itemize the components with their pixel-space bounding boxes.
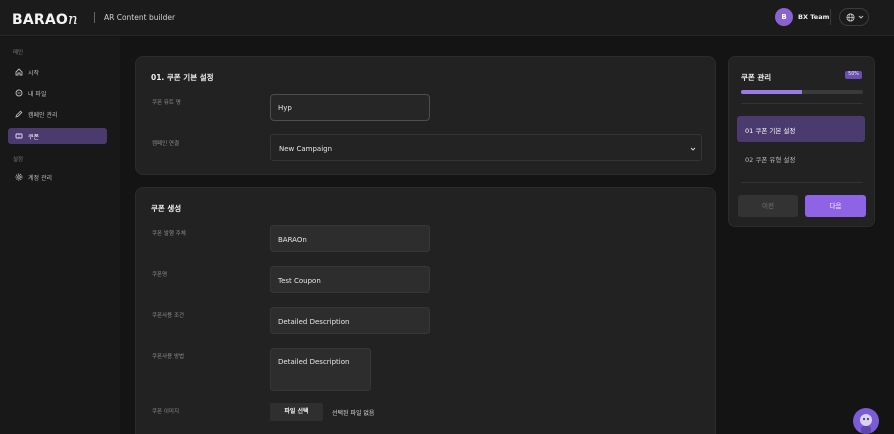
usage-method-label: 쿠폰사용 방법 [152,354,185,360]
basic-settings-card: 01. 쿠폰 기본 설정 쿠폰 뮤트 명 Hyp 캠페인 연결 New Camp… [135,56,716,175]
sidebar-section-main: 메인 [13,50,24,56]
campaign-select[interactable]: New Campaign [270,134,702,161]
file-select-button[interactable]: 파일 선택 [270,403,323,421]
sidebar-item-coupon[interactable]: 쿠폰 [8,128,107,144]
coupon-name-label: 쿠폰 뮤트 명 [152,100,181,106]
home-icon [15,68,23,76]
gear-icon [15,173,23,181]
logo-suffix: n [68,10,78,28]
file-icon [15,89,23,97]
coupon-title-label: 쿠폰명 [152,272,168,278]
coupon-manage-panel: 쿠폰 관리 50% 01 쿠폰 기본 설정 02 쿠폰 유형 설정 이전 다음 [728,56,875,227]
sidebar-item-label: 캠페인 관리 [28,112,58,119]
coupon-icon [15,133,23,139]
card-title: 쿠폰 생성 [151,204,182,213]
step-type-settings[interactable]: 02 쿠폰 유형 설정 [737,145,865,171]
issuer-label: 쿠폰 발행 주체 [152,231,186,237]
next-button[interactable]: 다음 [805,195,866,217]
logo-divider [94,12,95,23]
sidebar-item-my-files[interactable]: 내 파일 [8,85,107,101]
header-divider [830,9,831,25]
assistant-icon [860,414,872,434]
sidebar-item-label: 내 파일 [28,91,47,98]
assistant-fab[interactable] [853,408,879,434]
issuer-input[interactable]: BARAOn [270,225,430,252]
coupon-name-input[interactable]: Hyp [270,94,430,121]
file-status: 선택된 파일 없음 [332,410,375,417]
sidebar-item-account[interactable]: 계정 관리 [8,169,107,185]
progress-fill [741,90,802,94]
usage-condition-input[interactable]: Detailed Description [270,307,430,334]
sidebar-item-start[interactable]: 시작 [8,64,107,80]
coupon-image-label: 쿠폰 이미지 [152,409,180,415]
campaign-select-value: New Campaign [279,145,333,153]
avatar[interactable]: B [775,8,793,26]
sidebar-item-label: 계정 관리 [28,175,52,182]
language-selector[interactable] [839,8,869,26]
step-basic-settings[interactable]: 01 쿠폰 기본 설정 [737,116,865,142]
campaign-link-label: 캠페인 연결 [152,141,180,147]
logo-main: BARAO [12,12,69,28]
divider [741,103,863,104]
sidebar-item-campaigns[interactable]: 캠페인 관리 [8,106,107,122]
top-bar: BARAOn AR Content builder B BX Team [0,0,894,36]
sidebar-item-label: 시작 [28,70,40,77]
edit-icon [15,110,23,118]
prev-button[interactable]: 이전 [738,195,798,217]
team-name[interactable]: BX Team [798,13,829,21]
coupon-title-input[interactable]: Test Coupon [270,266,430,293]
chevron-down-icon [690,147,696,151]
sidebar: 메인 시작 내 파일 캠페인 관리 쿠폰 설정 계정 관리 [0,37,120,434]
progress-badge: 50% [845,71,862,79]
panel-title: 쿠폰 관리 [741,73,772,82]
divider [741,182,863,183]
sidebar-section-settings: 설정 [13,157,24,163]
brand-logo[interactable]: BARAOn [12,10,78,28]
app-name: AR Content builder [104,13,176,22]
coupon-create-card: 쿠폰 생성 쿠폰 발행 주체 BARAOn 쿠폰명 Test Coupon 쿠폰… [135,187,716,434]
card-title: 01. 쿠폰 기본 설정 [151,73,214,82]
sidebar-item-label: 쿠폰 [28,134,40,141]
chevron-down-icon [858,15,864,19]
usage-method-textarea[interactable]: Detailed Description [270,348,371,391]
progress-bar [741,90,863,94]
globe-icon [846,13,855,22]
usage-condition-label: 쿠폰사용 조건 [152,313,185,319]
